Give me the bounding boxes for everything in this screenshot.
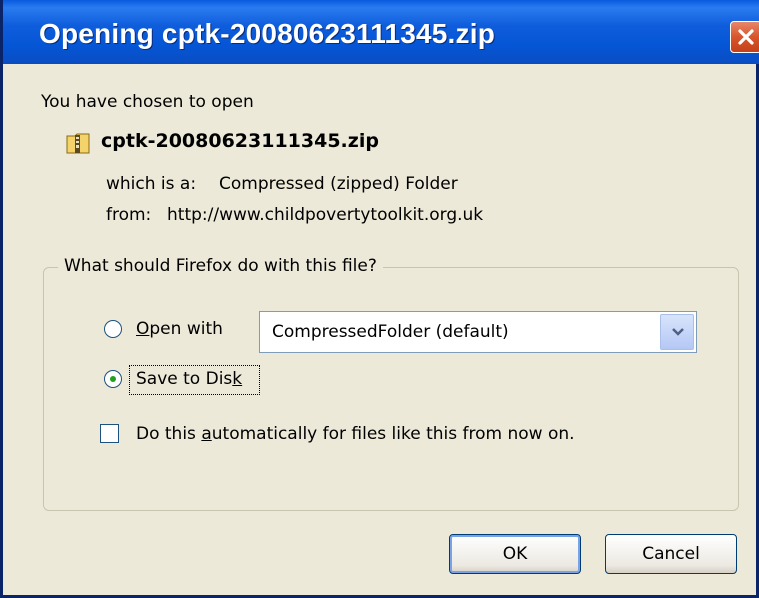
window-title: Opening cptk-20080623111345.zip: [39, 18, 496, 49]
file-name: cptk-20080623111345.zip: [101, 130, 379, 152]
file-type-value: Compressed (zipped) Folder: [219, 174, 458, 194]
save-to-disk-radio[interactable]: [104, 370, 122, 388]
open-with-app-value: CompressedFolder (default): [272, 322, 509, 342]
file-type-label: which is a:: [106, 174, 197, 194]
save-to-disk-label[interactable]: Save to Disk: [136, 369, 242, 389]
zip-folder-icon: [66, 133, 90, 154]
open-with-label[interactable]: Open with: [136, 319, 223, 339]
action-group-legend: What should Firefox do with this file?: [58, 256, 383, 276]
download-dialog: Opening cptk-20080623111345.zip You have…: [0, 0, 759, 598]
auto-action-access-key: a: [201, 424, 212, 444]
file-source-label: from:: [106, 205, 152, 225]
open-with-radio[interactable]: [104, 320, 122, 338]
intro-text: You have chosen to open: [41, 92, 254, 112]
file-source-value: http://www.childpovertytoolkit.org.uk: [167, 205, 484, 225]
open-with-access-key: O: [136, 319, 150, 339]
cancel-button[interactable]: Cancel: [605, 534, 737, 574]
chevron-down-icon: [672, 328, 684, 336]
ok-button[interactable]: OK: [449, 534, 581, 574]
radio-selected-dot: [110, 376, 116, 382]
save-to-disk-access-key: k: [232, 369, 243, 389]
close-button[interactable]: [730, 21, 759, 53]
dropdown-button[interactable]: [660, 314, 694, 350]
auto-action-label[interactable]: Do this automatically for files like thi…: [136, 424, 575, 444]
close-icon: [738, 29, 754, 45]
auto-action-checkbox[interactable]: [100, 424, 119, 443]
open-with-app-select[interactable]: CompressedFolder (default): [259, 311, 697, 353]
title-bar[interactable]: Opening cptk-20080623111345.zip: [3, 0, 759, 64]
